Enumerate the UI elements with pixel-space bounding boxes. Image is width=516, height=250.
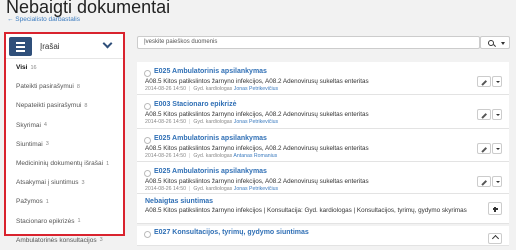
- document-diagnosis: A08.5 Kitos patikslintos žarnyno infekci…: [145, 77, 369, 85]
- sidebar-header[interactable]: Įrašai: [6, 34, 123, 59]
- more-options-button[interactable]: [492, 76, 502, 87]
- document-diagnosis: A08.5 Kitos patikslintos žarnyno infekci…: [145, 110, 369, 118]
- pencil-icon: [481, 79, 487, 85]
- document-card[interactable]: E025 Ambulatorinis apsilankymas A08.5 Ki…: [137, 62, 509, 95]
- more-options-button[interactable]: [492, 109, 502, 120]
- list-icon[interactable]: [9, 37, 32, 56]
- sidebar-item-label: Atsakymai į siuntimus: [16, 179, 79, 187]
- caret-down-icon: [495, 81, 500, 83]
- caret-down-icon: [495, 148, 500, 150]
- document-card[interactable]: E025 Ambulatorinis apsilankymas A08.5 Ki…: [137, 162, 509, 194]
- document-date: 2014-08-26 14:50: [145, 86, 186, 92]
- sidebar-item-prescriptions[interactable]: Skyrimai 4: [6, 116, 123, 135]
- sidebar-item-count: 1: [77, 218, 81, 225]
- search-button[interactable]: [480, 36, 510, 49]
- sidebar-item-count: 3: [81, 179, 85, 186]
- sidebar-items: Visi 16 Pateikti pasirašymui 8 Nepateikti …: [6, 58, 123, 250]
- edit-button[interactable]: [477, 76, 491, 87]
- pencil-icon: [481, 112, 487, 118]
- sidebar-item-certificates[interactable]: Pažymos 1: [6, 192, 123, 211]
- document-date: 2014-08-26 14:50: [145, 119, 186, 125]
- edit-button[interactable]: [477, 176, 491, 187]
- sidebar-item-referrals[interactable]: Siuntimai 3: [6, 135, 123, 154]
- sidebar-title: Įrašai: [40, 42, 60, 51]
- pencil-icon: [481, 179, 487, 185]
- document-author[interactable]: Jonas Petrikevičius: [234, 186, 278, 192]
- document-diagnosis: A08.5 Kitos patikslintos žarnyno infekci…: [145, 207, 467, 214]
- back-link-specialist-desk[interactable]: ← Specialisto darbastalis: [7, 16, 80, 23]
- document-title[interactable]: E027 Konsultacijos, tyrimų, gydymo siunt…: [154, 229, 309, 236]
- select-circle[interactable]: [144, 70, 151, 77]
- document-role: Gyd. kardiologas: [193, 153, 233, 159]
- document-card[interactable]: E025 Ambulatorinis apsilankymas A08.5 Ki…: [137, 129, 509, 162]
- sidebar-item-count: 1: [106, 160, 110, 167]
- caret-down-icon: [501, 42, 505, 45]
- document-meta: 2014-08-26 14:50 | Gyd. kardiologas Jonas …: [145, 119, 279, 125]
- document-title[interactable]: E003 Stacionaro epikrizė: [154, 101, 236, 108]
- sidebar-item-submitted-for-signing[interactable]: Pateikti pasirašymui 8: [6, 77, 123, 96]
- sidebar-item-count: 16: [30, 64, 37, 71]
- document-author[interactable]: Antanas Romanius: [233, 153, 277, 159]
- caret-down-icon: [495, 181, 500, 183]
- sidebar-item-label: Medicininių dokumentų išrašai: [16, 160, 104, 168]
- document-date: 2014-08-26 14:50: [145, 153, 186, 159]
- sidebar-item-inpatient-epicrises[interactable]: Stacionaro epikrizės 1: [6, 212, 123, 231]
- select-circle[interactable]: [144, 137, 151, 144]
- sidebar-item-label: Skyrimai: [16, 121, 41, 129]
- sidebar-item-count: 1: [45, 198, 49, 205]
- sidebar-item-count: 8: [84, 102, 88, 109]
- document-meta: 2014-08-26 14:50 | Gyd. kardiologas Antana…: [145, 153, 278, 159]
- document-title[interactable]: E025 Ambulatorinis apsilankymas: [154, 168, 267, 175]
- more-options-button[interactable]: [492, 176, 502, 187]
- sidebar-item-not-submitted-for-signing[interactable]: Nepateikti pasirašymui 8: [6, 96, 123, 115]
- document-date: 2014-08-26 14:50: [145, 186, 186, 192]
- sidebar-item-label: Siuntimai: [16, 140, 43, 148]
- sidebar-item-label: Nepateikti pasirašymui: [16, 102, 82, 110]
- more-options-button[interactable]: [492, 143, 502, 154]
- add-button[interactable]: [488, 202, 502, 215]
- select-circle[interactable]: [144, 103, 151, 110]
- chevron-down-icon[interactable]: [102, 38, 113, 49]
- select-circle[interactable]: [144, 170, 151, 177]
- document-role: Gyd. kardiologas: [193, 186, 233, 192]
- sidebar-item-referral-responses[interactable]: Atsakymai į siuntimus 3: [6, 173, 123, 192]
- document-meta: 2014-08-26 14:50 | Gyd. kardiologas Jonas …: [145, 86, 279, 92]
- document-author[interactable]: Jonas Petrikevičius: [234, 86, 278, 92]
- sidebar-item-count: 3: [99, 237, 103, 244]
- document-title[interactable]: E025 Ambulatorinis apsilankymas: [154, 68, 267, 75]
- document-title[interactable]: E025 Ambulatorinis apsilankymas: [154, 135, 267, 142]
- records-sidebar: Įrašai Visi 16 Pateikti pasirašymui 8 Nepa…: [4, 32, 125, 244]
- sidebar-item-medical-extracts[interactable]: Medicininių dokumentų išrašai 1: [6, 154, 123, 173]
- pencil-icon: [481, 146, 487, 152]
- scroll-up-button[interactable]: [488, 233, 502, 244]
- document-role: Gyd. kardiologas: [193, 86, 233, 92]
- sidebar-item-all[interactable]: Visi 16: [6, 58, 123, 77]
- search-icon: [488, 39, 494, 46]
- sidebar-item-label: Pateikti pasirašymui: [16, 83, 74, 91]
- document-card[interactable]: E027 Konsultacijos, tyrimų, gydymo siunt…: [137, 226, 509, 246]
- document-card[interactable]: E003 Stacionaro epikrizė A08.5 Kitos pat…: [137, 95, 509, 129]
- document-title[interactable]: Nebaigtas siuntimas: [145, 198, 213, 205]
- sidebar-item-label: Stacionaro epikrizės: [16, 217, 75, 225]
- sidebar-item-label: Ambulatorinės konsultacijos: [16, 236, 97, 244]
- document-role: Gyd. kardiologas: [193, 119, 233, 125]
- sidebar-item-count: 8: [76, 83, 80, 90]
- caret-down-icon: [495, 114, 500, 116]
- select-circle[interactable]: [144, 231, 151, 238]
- sidebar-item-count: 4: [43, 122, 47, 129]
- document-diagnosis: A08.5 Kitos patikslintos žarnyno infekci…: [145, 177, 369, 185]
- sidebar-item-outpatient-consultations[interactable]: Ambulatorinės konsultacijos 3: [6, 231, 123, 250]
- document-author[interactable]: Jonas Petrikevičius: [234, 119, 278, 125]
- sidebar-item-count: 3: [45, 141, 49, 148]
- search-input[interactable]: Įveskite paieškos duomenis: [137, 36, 480, 49]
- document-meta: 2014-08-26 14:50 | Gyd. kardiologas Jonas …: [145, 186, 279, 192]
- document-diagnosis: A08.5 Kitos patikslintos žarnyno infekci…: [145, 144, 369, 152]
- document-card[interactable]: Nebaigtas siuntimas A08.5 Kitos patiksli…: [137, 194, 509, 224]
- edit-button[interactable]: [477, 109, 491, 120]
- sidebar-item-label: Visi: [16, 64, 28, 72]
- edit-button[interactable]: [477, 143, 491, 154]
- sidebar-item-label: Pažymos: [16, 198, 43, 206]
